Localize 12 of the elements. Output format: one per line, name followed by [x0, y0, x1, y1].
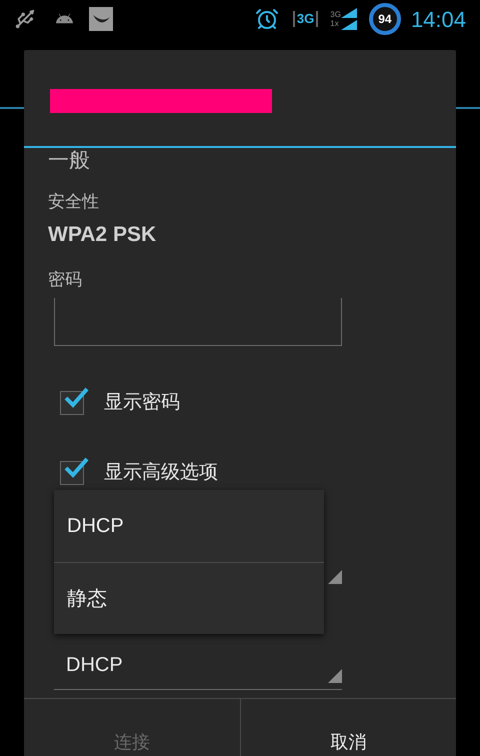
- field-label: 安全性: [48, 192, 100, 212]
- data-indicator: 3G: [292, 11, 318, 27]
- field-label: 密码: [48, 270, 83, 290]
- checkbox-label: 显示高级选项: [104, 460, 218, 485]
- clock: 14:04: [410, 6, 466, 34]
- battery-level: 94: [378, 11, 392, 28]
- dropdown-value: DHCP: [66, 652, 123, 678]
- checkbox-label: 显示密码: [104, 390, 180, 415]
- network-label: 1x: [330, 19, 340, 28]
- field-value: WPA2 PSK: [48, 222, 158, 248]
- network-label: 3G: [330, 10, 341, 19]
- section-header: 一般: [48, 148, 91, 174]
